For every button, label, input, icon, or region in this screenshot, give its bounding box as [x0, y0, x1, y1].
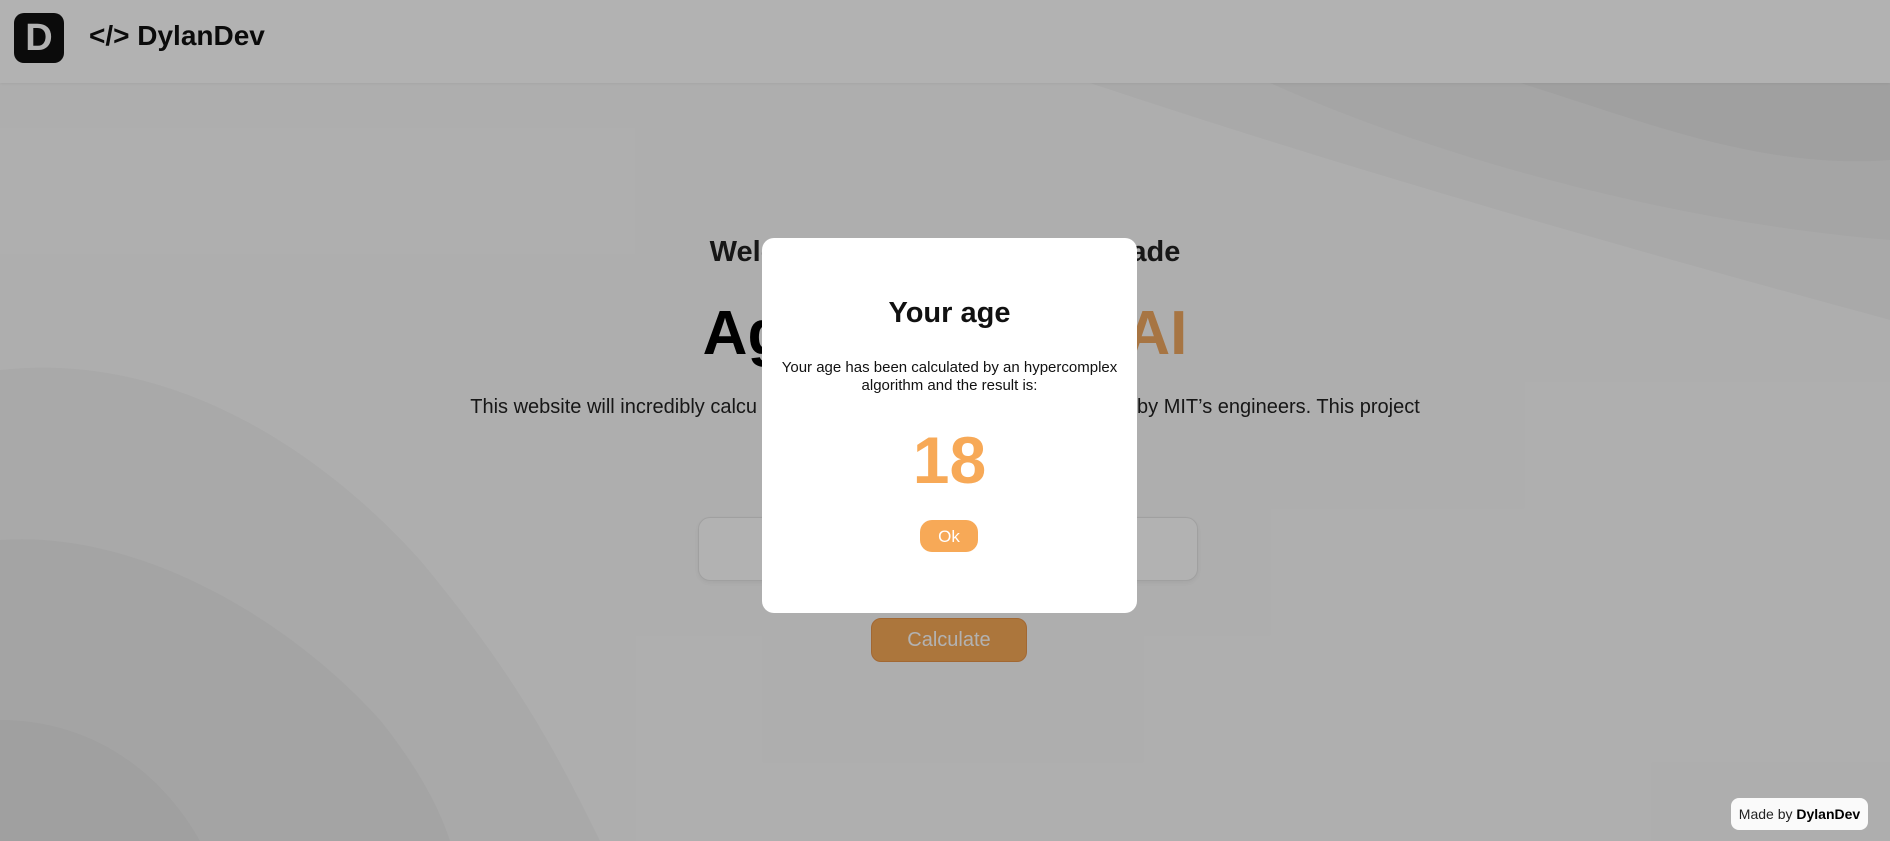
modal-title: Your age — [888, 297, 1011, 329]
age-result: 18 — [912, 423, 987, 497]
made-by-badge[interactable]: Made by DylanDev — [1731, 798, 1868, 830]
ok-button[interactable]: Ok — [920, 520, 978, 552]
modal-text: Your age has been calculated by an hyper… — [781, 359, 1118, 394]
made-by-prefix: Made by — [1738, 806, 1793, 822]
made-by-name: DylanDev — [1796, 806, 1861, 822]
result-modal: Your age Your age has been calculated by… — [762, 238, 1137, 613]
